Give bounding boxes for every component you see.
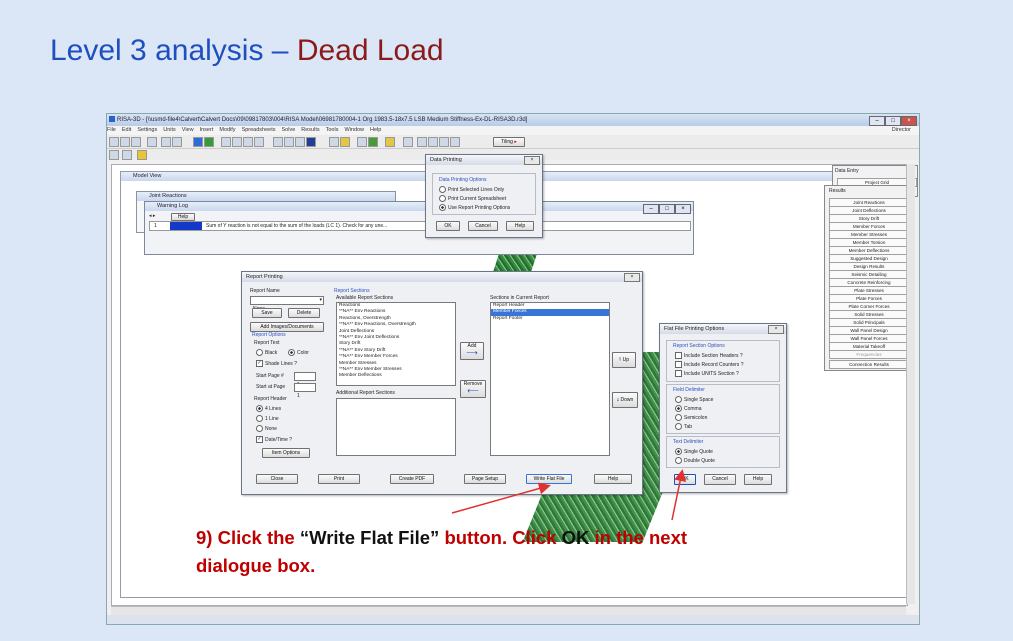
caption-ok: OK [561, 527, 590, 548]
caption-mid: button. Click [439, 527, 562, 548]
arrow-to-write-flat-file [451, 482, 551, 514]
caption-write-flat-file: “Write Flat File” [299, 527, 440, 548]
caption-end: in the next [589, 527, 688, 548]
caption-step: 9) Click the [196, 527, 300, 548]
caption-line2: dialogue box. [196, 555, 316, 576]
instruction-caption: 9) Click the “Write Flat File” button. C… [196, 524, 896, 580]
arrow-to-ok [671, 469, 687, 521]
